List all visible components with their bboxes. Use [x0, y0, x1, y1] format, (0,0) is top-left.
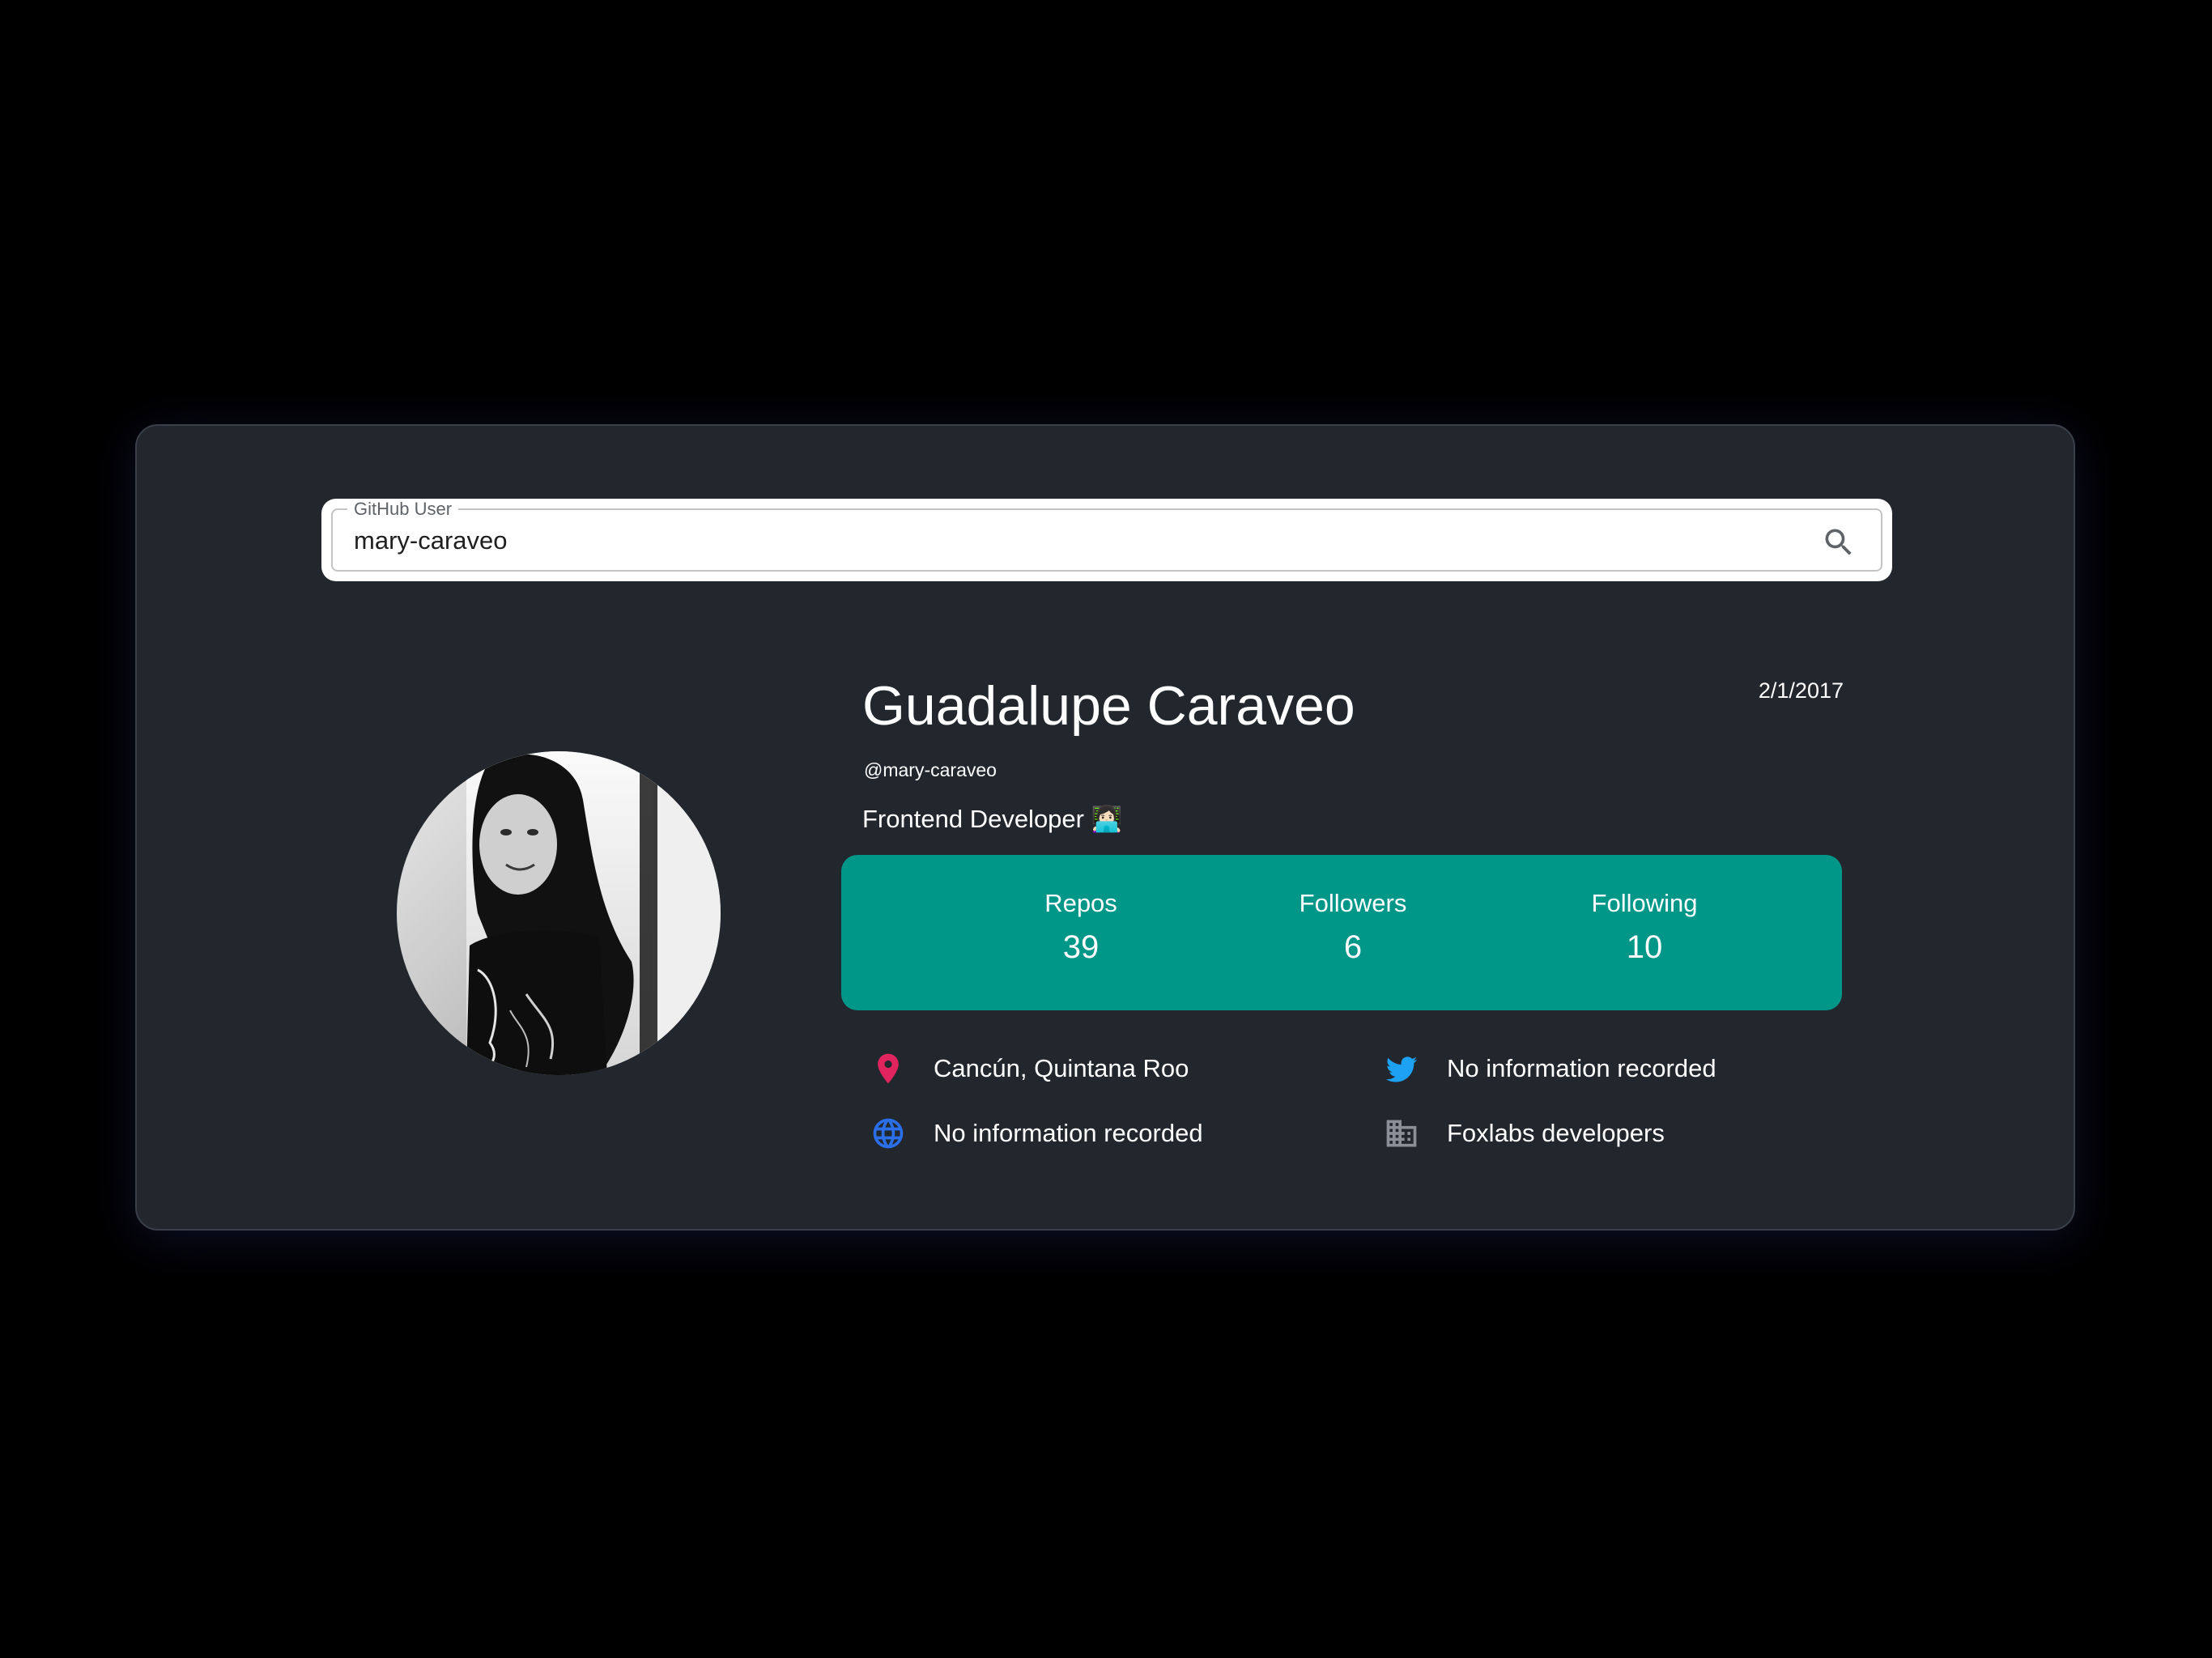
- stat-following: Following 10: [1539, 887, 1750, 968]
- search-icon[interactable]: [1821, 525, 1857, 560]
- location-pin-icon: [878, 1053, 899, 1084]
- globe-icon: [873, 1118, 904, 1149]
- profile-handle: @mary-caraveo: [864, 759, 997, 780]
- avatar: [397, 751, 721, 1075]
- join-date: 2/1/2017: [1758, 678, 1844, 703]
- stat-value: 10: [1626, 929, 1663, 965]
- website-text: No information recorded: [934, 1119, 1203, 1147]
- stat-repos: Repos 39: [976, 887, 1186, 968]
- search-label: GitHub User: [347, 499, 459, 520]
- stats-panel: Repos 39 Followers 6 Following 10: [841, 855, 1842, 1010]
- location-text: Cancún, Quintana Roo: [934, 1054, 1189, 1082]
- company-text: Foxlabs developers: [1447, 1119, 1665, 1147]
- search-input[interactable]: [354, 523, 1811, 559]
- profile-card: GitHub User mary-caraveo Guadalupe Carav…: [135, 424, 2075, 1231]
- stat-label: Repos: [1044, 889, 1117, 917]
- stat-value: 6: [1343, 929, 1363, 965]
- twitter-icon: [1385, 1056, 1418, 1082]
- search-field-outline: GitHub User: [331, 499, 1882, 572]
- stat-value: 39: [1062, 929, 1100, 965]
- profile-name: Guadalupe Caraveo: [862, 675, 1355, 737]
- building-icon: [1386, 1120, 1417, 1147]
- profile-bio: Frontend Developer 👩🏻‍💻: [862, 805, 1123, 833]
- stat-label: Followers: [1299, 889, 1407, 917]
- stat-label: Following: [1591, 889, 1698, 917]
- twitter-text: No information recorded: [1447, 1054, 1716, 1082]
- stat-followers: Followers 6: [1248, 887, 1458, 968]
- search-bar: GitHub User: [321, 499, 1892, 581]
